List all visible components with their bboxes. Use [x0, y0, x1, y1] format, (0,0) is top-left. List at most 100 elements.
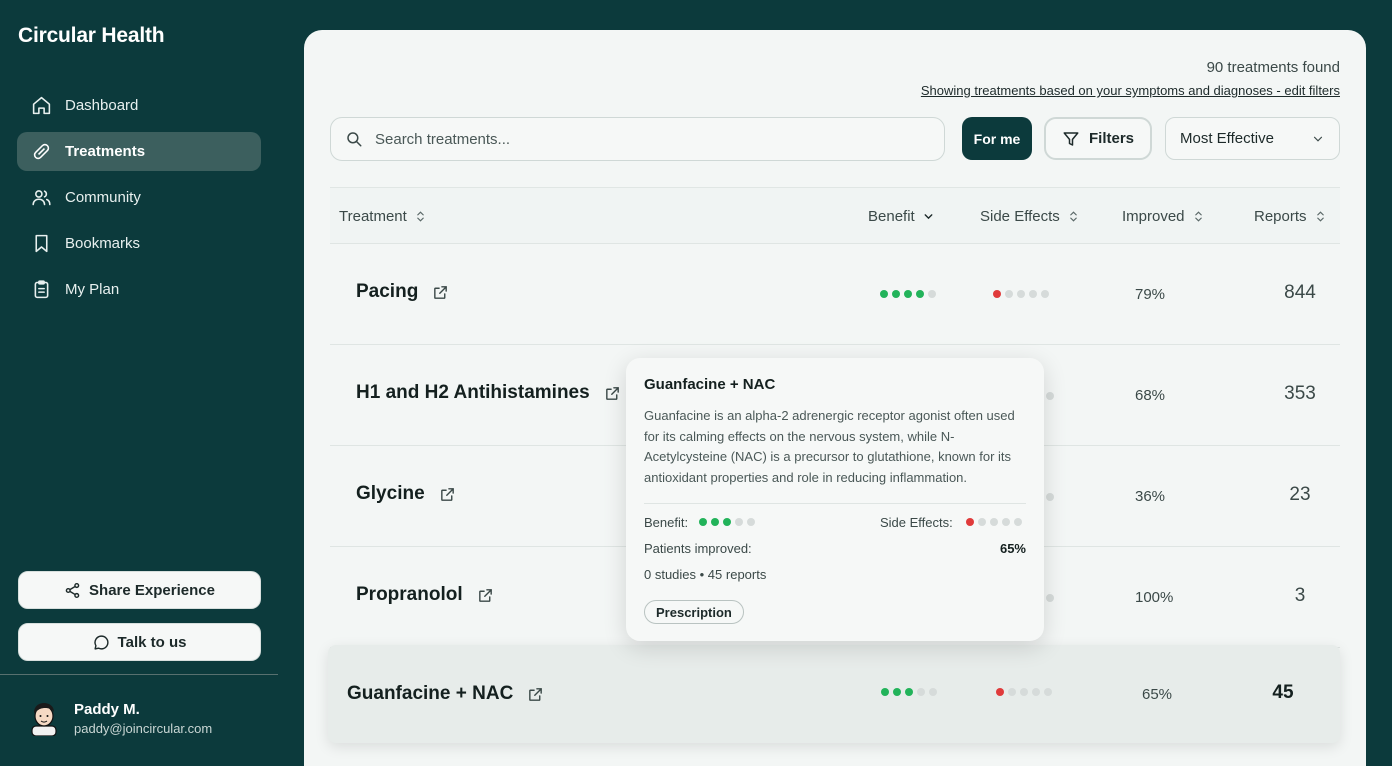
rating-dot-filled	[996, 688, 1004, 696]
tooltip-patients-label: Patients improved:	[644, 541, 752, 556]
treatment-name-text: H1 and H2 Antihistamines	[356, 382, 590, 403]
sidebar-item-label: Treatments	[65, 143, 146, 160]
tooltip-description: Guanfacine is an alpha-2 adrenergic rece…	[644, 408, 1015, 485]
external-link-icon[interactable]	[477, 587, 494, 604]
prescription-tag: Prescription	[644, 600, 744, 624]
column-label: Improved	[1122, 208, 1185, 225]
tooltip-divider	[644, 503, 1026, 504]
bookmark-icon	[35, 234, 48, 253]
tooltip-patients-value: 65%	[999, 541, 1026, 556]
rating-dot-filled	[966, 518, 974, 526]
sort-select[interactable]: Most Effective	[1165, 117, 1340, 160]
sidebar-item-bookmarks[interactable]: Bookmarks	[17, 224, 261, 263]
rating-dot-empty	[1041, 290, 1049, 298]
share-experience-label: Share Experience	[89, 581, 215, 599]
chat-icon	[93, 634, 109, 650]
edit-filters-link[interactable]: Showing treatments based on your symptom…	[921, 83, 1340, 98]
tooltip-studies: 0 studies • 45 reports	[644, 567, 767, 582]
pill-icon	[33, 143, 50, 160]
filters-button[interactable]: Filters	[1044, 117, 1152, 160]
external-link-icon[interactable]	[439, 486, 456, 503]
rating-dot-empty	[1017, 290, 1025, 298]
rating-dot-filled	[881, 688, 889, 696]
column-header-improved[interactable]: Improved	[1122, 208, 1205, 225]
column-header-side-effects[interactable]: Side Effects	[980, 208, 1080, 225]
improved-value: 68%	[1135, 387, 1166, 404]
table-row[interactable]: Pacing 79% 844	[330, 244, 1340, 345]
tooltip-side-effects-label: Side Effects:	[880, 515, 953, 530]
reports-value: 3	[1294, 585, 1306, 606]
rating-dot-filled	[711, 518, 719, 526]
table-header: Treatment Benefit Side Effects Improved …	[330, 187, 1340, 244]
rating-dot-empty	[1032, 688, 1040, 696]
column-header-reports[interactable]: Reports	[1254, 208, 1327, 225]
user-name: Paddy M.	[74, 700, 140, 718]
treatment-name[interactable]: Pacing	[356, 281, 449, 303]
search-icon	[347, 132, 362, 147]
chevron-down-icon	[924, 214, 933, 220]
users-icon	[32, 190, 51, 206]
partial-rating-dot	[1046, 392, 1054, 400]
filters-label: Filters	[1088, 130, 1134, 147]
external-link-icon[interactable]	[604, 385, 621, 402]
user-profile[interactable]: Paddy M. paddy@joincircular.com	[28, 700, 212, 736]
external-link-icon[interactable]	[432, 284, 449, 301]
rating-dot-empty	[1014, 518, 1022, 526]
rating-dot-empty	[735, 518, 743, 526]
sort-icon	[1194, 211, 1202, 222]
sort-icon	[417, 211, 424, 222]
benefit-rating	[880, 290, 940, 298]
share-experience-button[interactable]: Share Experience	[18, 571, 261, 609]
tooltip-side-effects-rating	[966, 518, 1026, 526]
sort-icon	[1069, 211, 1077, 222]
rating-dot-filled	[699, 518, 707, 526]
external-link-icon[interactable]	[527, 686, 544, 703]
for-me-button[interactable]: For me	[962, 117, 1032, 160]
sort-icon	[1316, 211, 1324, 222]
rating-dot-empty	[1005, 290, 1013, 298]
app-title: Circular Health	[18, 24, 165, 47]
sidebar: Circular Health Dashboard Treatments Com…	[0, 0, 304, 766]
search-bar[interactable]	[330, 117, 945, 161]
rating-dot-empty	[1044, 688, 1052, 696]
rating-dot-empty	[928, 290, 936, 298]
sidebar-item-treatments[interactable]: Treatments	[17, 132, 261, 171]
improved-value: 36%	[1135, 488, 1166, 505]
talk-to-us-label: Talk to us	[117, 633, 187, 651]
rating-dot-empty	[1008, 688, 1016, 696]
sidebar-item-label: My Plan	[65, 281, 120, 298]
rating-dot-filled	[993, 290, 1001, 298]
treatment-name[interactable]: Propranolol	[356, 584, 494, 606]
reports-value: 23	[1289, 484, 1311, 505]
treatment-name[interactable]: Glycine	[356, 483, 456, 505]
reports-value: 844	[1284, 282, 1316, 303]
chevron-down-icon	[1313, 136, 1323, 142]
rating-dot-filled	[904, 290, 912, 298]
improved-value: 65%	[1142, 686, 1173, 703]
rating-dot-empty	[929, 688, 937, 696]
clipboard-icon	[34, 280, 49, 299]
rating-dot-filled	[893, 688, 901, 696]
benefit-rating	[881, 688, 941, 696]
table-row-highlighted[interactable]: Guanfacine + NAC 65% 45	[328, 645, 1340, 743]
rating-dot-empty	[1020, 688, 1028, 696]
column-header-benefit[interactable]: Benefit	[868, 208, 935, 225]
reports-value: 353	[1284, 383, 1316, 404]
sidebar-item-dashboard[interactable]: Dashboard	[17, 86, 261, 125]
treatment-name[interactable]: H1 and H2 Antihistamines	[356, 382, 621, 404]
improved-value: 79%	[1135, 286, 1166, 303]
column-label: Treatment	[339, 208, 407, 225]
sidebar-item-my-plan[interactable]: My Plan	[17, 270, 261, 309]
column-label: Reports	[1254, 208, 1307, 225]
talk-to-us-button[interactable]: Talk to us	[18, 623, 261, 661]
sidebar-item-label: Dashboard	[65, 97, 139, 114]
improved-value: 100%	[1135, 589, 1174, 606]
search-input[interactable]	[375, 130, 915, 148]
treatment-name-text: Pacing	[356, 281, 419, 302]
partial-rating-dot	[1046, 594, 1054, 602]
column-header-treatment[interactable]: Treatment	[339, 208, 427, 225]
treatment-name[interactable]: Guanfacine + NAC	[347, 683, 544, 705]
home-icon	[32, 96, 51, 115]
treatment-name-text: Glycine	[356, 483, 425, 504]
sidebar-item-community[interactable]: Community	[17, 178, 261, 217]
